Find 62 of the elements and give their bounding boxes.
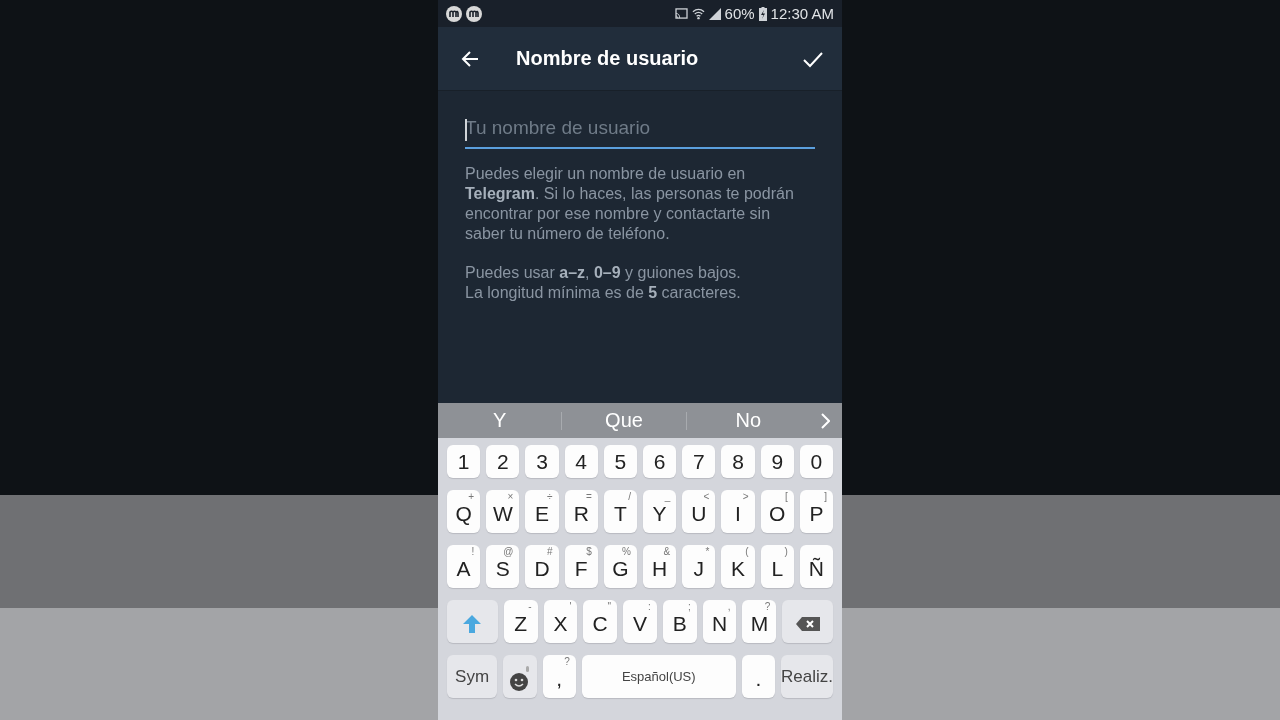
key[interactable]: 4 bbox=[564, 445, 598, 478]
key[interactable]: 8 bbox=[721, 445, 755, 478]
key[interactable]: 1 bbox=[447, 445, 481, 478]
key[interactable]: . bbox=[741, 655, 775, 698]
backspace-icon bbox=[794, 615, 821, 632]
back-arrow-icon bbox=[460, 48, 480, 69]
key[interactable]: ( K bbox=[721, 545, 755, 588]
key[interactable]: ' X bbox=[543, 600, 578, 643]
battery-icon bbox=[758, 6, 767, 21]
key[interactable]: / T bbox=[603, 490, 637, 533]
key[interactable]: > I bbox=[721, 490, 755, 533]
username-field[interactable]: Tu nombre de usuario bbox=[465, 117, 815, 149]
function-key[interactable]: Sym bbox=[447, 655, 498, 698]
cast-icon bbox=[674, 8, 688, 19]
help-text: Puedes usar a–z, 0–9 y guiones bajos. La longitud mínima es de 5 caracteres. bbox=[465, 263, 742, 303]
screen-title: Nombre de usuario bbox=[516, 47, 700, 70]
key[interactable]: ) L bbox=[760, 545, 794, 588]
clock: 12:30 AM bbox=[770, 5, 834, 22]
emoji-key[interactable] bbox=[503, 655, 537, 698]
key[interactable]: , N bbox=[702, 600, 737, 643]
backspace-key[interactable] bbox=[782, 600, 833, 643]
up-arrow-icon bbox=[462, 613, 483, 634]
key[interactable]: = R bbox=[564, 490, 598, 533]
wifi-icon bbox=[691, 7, 705, 20]
key[interactable]: ? M bbox=[742, 600, 777, 643]
signal-icon bbox=[708, 7, 721, 20]
key[interactable]: 7 bbox=[682, 445, 716, 478]
chevron-right-icon[interactable] bbox=[820, 412, 830, 429]
key[interactable]: 0 bbox=[799, 445, 834, 478]
key[interactable]: < U bbox=[682, 490, 716, 533]
key[interactable]: $ F bbox=[564, 545, 598, 588]
battery-percentage: 60% bbox=[724, 5, 755, 22]
space-bar[interactable]: Español(US) bbox=[581, 655, 736, 698]
key[interactable]: 9 bbox=[760, 445, 794, 478]
key[interactable]: # D bbox=[525, 545, 559, 588]
key[interactable]: [ O bbox=[760, 490, 794, 533]
key[interactable]: 6 bbox=[643, 445, 677, 478]
function-key[interactable]: Realiz. bbox=[781, 655, 833, 698]
key[interactable]: ? , bbox=[542, 655, 576, 698]
key[interactable]: ; B bbox=[662, 600, 697, 643]
key[interactable]: _ Y bbox=[643, 490, 677, 533]
key[interactable]: + Q bbox=[447, 490, 481, 533]
notification-icon bbox=[446, 5, 462, 22]
key[interactable]: % G bbox=[603, 545, 637, 588]
key[interactable]: Ñ bbox=[799, 545, 834, 588]
smiley-icon bbox=[508, 665, 531, 692]
key[interactable]: ! A bbox=[447, 545, 481, 588]
key[interactable]: : V bbox=[623, 600, 657, 643]
key[interactable]: * J bbox=[682, 545, 716, 588]
help-text: Puedes elegir un nombre de usuario en Telegram. Si lo haces, las personas te podrán encontrar por ese nombre y contactarte sin saber tu número de teléfono. bbox=[465, 164, 795, 244]
text-cursor bbox=[465, 119, 467, 141]
key[interactable]: & H bbox=[643, 545, 677, 588]
key[interactable]: @ S bbox=[486, 545, 520, 588]
key[interactable]: " C bbox=[583, 600, 618, 643]
key[interactable]: × W bbox=[486, 490, 520, 533]
key[interactable]: 2 bbox=[486, 445, 520, 478]
key[interactable]: ] P bbox=[799, 490, 834, 533]
key[interactable]: - Z bbox=[503, 600, 538, 643]
notification-icon bbox=[466, 5, 482, 22]
key[interactable]: 5 bbox=[603, 445, 637, 478]
key[interactable]: 3 bbox=[525, 445, 559, 478]
key[interactable]: ÷ E bbox=[525, 490, 559, 533]
